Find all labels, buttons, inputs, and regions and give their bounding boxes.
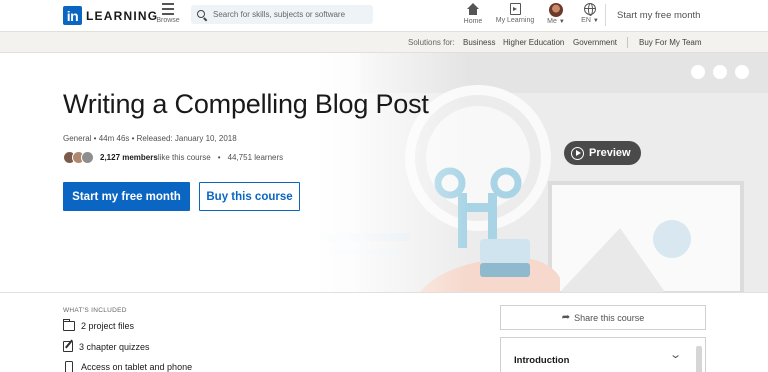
included-item-label: 2 project files (81, 321, 135, 331)
solutions-divider (627, 37, 628, 48)
course-meta: General • 44m 46s • Released: January 10… (63, 134, 237, 143)
share-course-button[interactable]: ➦ Share this course (500, 305, 706, 330)
preview-label: Preview (589, 147, 631, 159)
solutions-link-higher-education[interactable]: Higher Education (503, 38, 564, 47)
my-learning-icon (509, 3, 521, 15)
nav-home-label: Home (463, 18, 483, 25)
included-item: 2 project files (63, 319, 135, 331)
nav-divider (605, 4, 606, 26)
chevron-down-icon: ▼ (592, 18, 599, 24)
buy-for-my-team-link[interactable]: Buy For My Team (639, 38, 702, 47)
included-item-label: 3 chapter quizzes (79, 341, 150, 352)
share-icon: ➦ (561, 312, 571, 323)
globe-icon (584, 3, 596, 16)
solutions-label: Solutions for: (408, 38, 455, 47)
course-details: WHAT'S INCLUDED 2 project files 3 chapte… (0, 292, 768, 372)
play-icon (571, 146, 584, 160)
nav-language[interactable]: EN ▼ (580, 3, 600, 24)
course-title: Writing a Compelling Blog Post (63, 89, 429, 119)
solutions-bar: Solutions for: Business Higher Education… (0, 31, 768, 53)
members-suffix: like this course (157, 153, 211, 162)
browse-label: Browse (156, 17, 180, 24)
included-item: Access on tablet and phone (63, 361, 192, 372)
linkedin-learning-logo[interactable]: in LEARNING (63, 6, 158, 25)
included-item: 3 chapter quizzes (63, 341, 150, 352)
nav-me-label: Me (547, 18, 557, 25)
bullet-separator: • (217, 153, 221, 162)
avatar (549, 3, 563, 17)
share-label: Share this course (574, 312, 645, 323)
learners-count: 44,751 learners (227, 153, 284, 162)
folder-icon (63, 319, 75, 331)
search-input[interactable] (213, 10, 363, 19)
nav-home[interactable]: Home (463, 3, 483, 25)
table-of-contents: Introduction ⌄ (500, 337, 706, 372)
quiz-icon (63, 341, 73, 352)
solutions-link-business[interactable]: Business (463, 38, 495, 47)
nav-my-learning-label: My Learning (495, 17, 535, 24)
toc-scrollbar[interactable] (696, 346, 702, 372)
solutions-link-government[interactable]: Government (573, 38, 617, 47)
search-bar[interactable] (191, 5, 373, 24)
member-avatars (63, 151, 94, 164)
chevron-down-icon: ▼ (558, 19, 565, 25)
preview-button[interactable]: Preview (564, 141, 641, 165)
nav-my-learning[interactable]: My Learning (495, 3, 535, 24)
toc-chapter-title[interactable]: Introduction (514, 355, 569, 366)
included-item-label: Access on tablet and phone (81, 362, 193, 372)
buy-course-button[interactable]: Buy this course (199, 182, 300, 211)
start-free-month-link[interactable]: Start my free month (617, 10, 700, 21)
start-free-month-button[interactable]: Start my free month (63, 182, 190, 211)
logo-wordmark: LEARNING (86, 8, 159, 23)
course-social-proof: 2,127 members like this course • 44,751 … (63, 151, 283, 164)
linkedin-logo-icon: in (63, 6, 82, 25)
browse-grid-icon (162, 3, 174, 15)
chevron-down-icon[interactable]: ⌄ (669, 348, 682, 361)
home-icon (467, 3, 479, 16)
phone-icon (65, 361, 73, 372)
nav-language-label: EN (581, 17, 591, 24)
course-hero: Writing a Compelling Blog Post General •… (0, 53, 768, 292)
members-count: 2,127 members (100, 153, 158, 162)
whats-included-heading: WHAT'S INCLUDED (63, 307, 127, 314)
nav-me[interactable]: Me ▼ (545, 3, 567, 25)
top-nav: in LEARNING Browse Home My Learning Me ▼… (0, 0, 768, 31)
avatar (81, 151, 94, 164)
search-icon (197, 9, 207, 20)
browse-button[interactable]: Browse (154, 3, 182, 24)
